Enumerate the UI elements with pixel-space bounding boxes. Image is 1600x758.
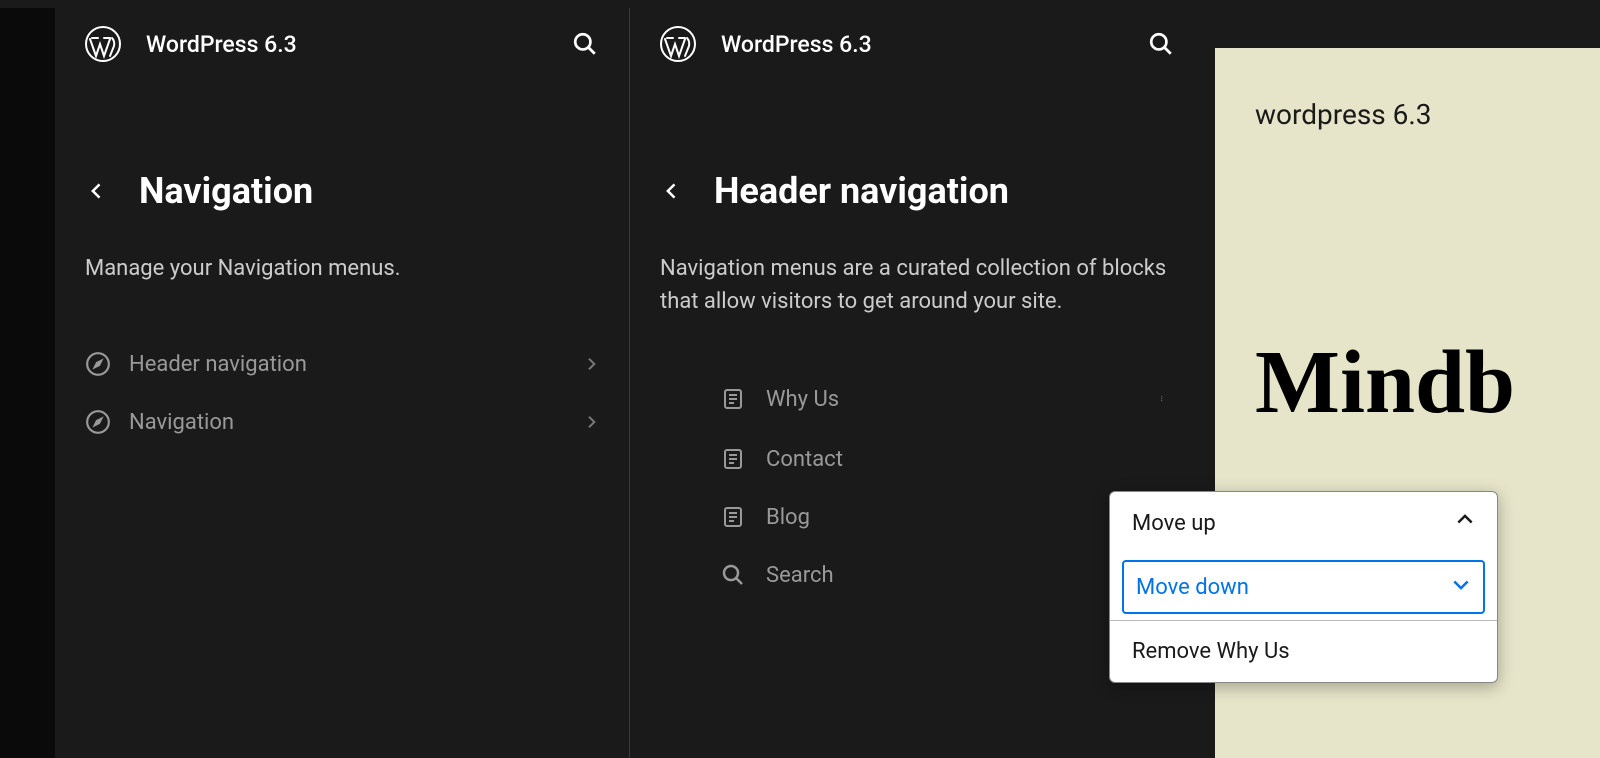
chevron-right-icon xyxy=(583,414,599,430)
page-icon xyxy=(720,504,746,530)
chevron-down-icon xyxy=(1451,574,1471,600)
page-item-search[interactable]: Search xyxy=(660,546,1175,604)
menu-label: Move down xyxy=(1136,575,1249,600)
menu-move-up[interactable]: Move up xyxy=(1110,492,1497,554)
nav-item-label: Navigation xyxy=(129,410,565,435)
context-menu: Move up Move down Remove Why Us xyxy=(1109,491,1498,683)
section-header: Navigation xyxy=(85,170,599,212)
section: Navigation Manage your Navigation menus.… xyxy=(55,80,629,471)
compass-icon xyxy=(85,351,111,377)
menu-remove[interactable]: Remove Why Us xyxy=(1110,621,1497,682)
wordpress-logo-icon[interactable] xyxy=(85,26,121,62)
chevron-right-icon xyxy=(583,356,599,372)
navigation-panel: WordPress 6.3 Navigation Manage your Nav… xyxy=(55,8,630,758)
page-icon xyxy=(720,446,746,472)
menu-label: Remove Why Us xyxy=(1132,639,1290,664)
search-icon[interactable] xyxy=(571,30,599,58)
section-header: Header navigation xyxy=(660,170,1175,212)
page-icon xyxy=(720,386,746,412)
page-item-why-us[interactable]: Why Us xyxy=(660,368,1175,430)
page-item-contact[interactable]: Contact xyxy=(660,430,1175,488)
preview-brand: wordpress 6.3 xyxy=(1255,98,1560,131)
nav-item-navigation[interactable]: Navigation xyxy=(85,393,599,451)
app-title: WordPress 6.3 xyxy=(721,31,872,58)
nav-item-header-navigation[interactable]: Header navigation xyxy=(85,335,599,393)
more-options-button[interactable] xyxy=(1153,384,1175,414)
top-strip xyxy=(0,0,1600,8)
page-list: Why Us Contact Blog xyxy=(660,368,1175,604)
header-left: WordPress 6.3 xyxy=(660,26,872,62)
page-label: Contact xyxy=(766,447,1175,472)
panel-header: WordPress 6.3 xyxy=(55,8,629,80)
nav-item-label: Header navigation xyxy=(129,352,565,377)
compass-icon xyxy=(85,409,111,435)
section-title: Header navigation xyxy=(714,170,1009,212)
back-button[interactable] xyxy=(85,181,109,201)
search-icon[interactable] xyxy=(1147,30,1175,58)
menu-move-down[interactable]: Move down xyxy=(1122,560,1485,614)
nav-menu-list: Header navigation Navigation xyxy=(85,335,599,451)
panel-header: WordPress 6.3 xyxy=(630,8,1205,80)
search-icon xyxy=(720,562,746,588)
back-button[interactable] xyxy=(660,181,684,201)
header-left: WordPress 6.3 xyxy=(85,26,297,62)
section-title: Navigation xyxy=(139,170,313,212)
chevron-up-icon xyxy=(1455,510,1475,536)
preview-hero-text: Mindb xyxy=(1255,331,1560,434)
menu-label: Move up xyxy=(1132,511,1216,536)
app-title: WordPress 6.3 xyxy=(146,31,297,58)
page-label: Why Us xyxy=(766,387,1133,412)
section-description: Manage your Navigation menus. xyxy=(85,252,599,285)
wordpress-logo-icon[interactable] xyxy=(660,26,696,62)
page-item-blog[interactable]: Blog xyxy=(660,488,1175,546)
section-description: Navigation menus are a curated collectio… xyxy=(660,252,1175,318)
